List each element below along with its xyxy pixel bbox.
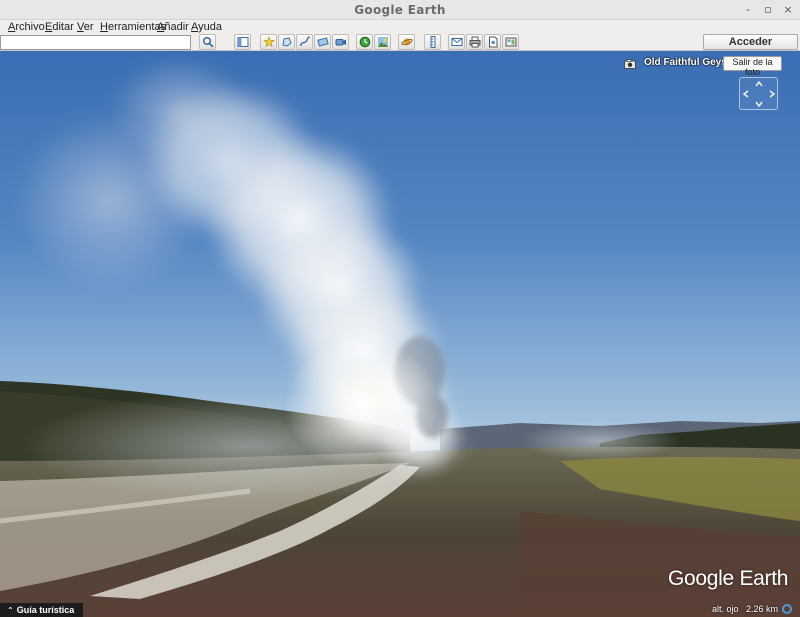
email-button[interactable] <box>448 34 465 50</box>
pan-left-button[interactable] <box>741 89 751 99</box>
record-tour-button[interactable] <box>332 34 349 50</box>
historical-imagery-button[interactable] <box>356 34 373 50</box>
chevron-right-icon <box>769 90 776 98</box>
save-image-button[interactable] <box>484 34 501 50</box>
search-input[interactable] <box>0 35 191 50</box>
altitude-label: alt. ojo <box>712 604 739 614</box>
google-earth-window: Google Earth - ▫ × Archivo Editar Ver He… <box>0 0 800 617</box>
menu-anadir[interactable]: Añadir <box>157 21 189 33</box>
pan-right-button[interactable] <box>767 89 777 99</box>
window-title: Google Earth <box>354 3 446 17</box>
print-button[interactable] <box>466 34 483 50</box>
save-image-icon <box>488 36 497 48</box>
search-icon <box>202 37 213 48</box>
email-icon <box>451 38 462 46</box>
chevron-down-icon <box>755 101 763 108</box>
record-tour-icon <box>335 39 346 46</box>
ruler-icon <box>430 36 435 48</box>
exit-photo-button[interactable]: Salir de la foto <box>723 56 782 77</box>
pan-up-button[interactable] <box>754 79 764 89</box>
sidebar-toggle-icon <box>237 37 248 47</box>
ruler-button[interactable] <box>424 34 441 50</box>
add-placemark-button[interactable] <box>260 34 277 50</box>
pan-down-button[interactable] <box>754 99 764 109</box>
search-button[interactable] <box>199 34 216 50</box>
add-path-button[interactable] <box>296 34 313 50</box>
minimize-button[interactable]: - <box>740 2 756 18</box>
tour-guide-tab[interactable]: ⌃ Guía turística <box>0 603 83 617</box>
historical-imagery-icon <box>359 36 370 48</box>
sidebar-toggle-button[interactable] <box>234 34 251 50</box>
navigation-control[interactable] <box>739 77 778 110</box>
menu-archivo[interactable]: Archivo <box>8 21 45 33</box>
add-image-overlay-button[interactable] <box>314 34 331 50</box>
map-view-icon <box>505 37 516 47</box>
path-icon <box>299 36 310 47</box>
geyser-photo <box>0 51 800 617</box>
menu-ayuda[interactable]: Ayuda <box>191 21 222 33</box>
menu-ver[interactable]: Ver <box>77 21 94 33</box>
planets-icon <box>400 38 413 46</box>
menu-bar: Archivo Editar Ver Herramientas Añadir A… <box>0 20 800 34</box>
image-overlay-icon <box>316 37 329 47</box>
sunlight-icon <box>377 37 388 47</box>
title-bar[interactable]: Google Earth - ▫ × <box>0 0 800 20</box>
polygon-icon <box>281 37 292 47</box>
tour-guide-label: Guía turística <box>16 605 75 615</box>
map-view-button[interactable] <box>502 34 519 50</box>
camera-icon <box>624 58 636 69</box>
altitude-value: 2.26 km <box>746 604 779 614</box>
earth-3d-view[interactable]: Old Faithful Geyser Salir de la foto Goo… <box>0 51 800 617</box>
sunlight-button[interactable] <box>374 34 391 50</box>
google-earth-logo: Google Earth <box>668 567 789 590</box>
close-button[interactable]: × <box>780 2 796 18</box>
streaming-status-icon <box>782 604 792 614</box>
chevron-up-icon <box>755 80 763 87</box>
menu-editar[interactable]: Editar <box>45 21 74 33</box>
print-icon <box>469 36 480 48</box>
chevron-up-icon: ⌃ <box>7 606 14 615</box>
chevron-left-icon <box>742 90 749 98</box>
planets-button[interactable] <box>398 34 415 50</box>
login-button[interactable]: Acceder <box>703 34 798 50</box>
toolbar: Acceder <box>0 34 800 51</box>
maximize-button[interactable]: ▫ <box>760 2 776 18</box>
add-polygon-button[interactable] <box>278 34 295 50</box>
placemark-icon <box>262 36 275 48</box>
